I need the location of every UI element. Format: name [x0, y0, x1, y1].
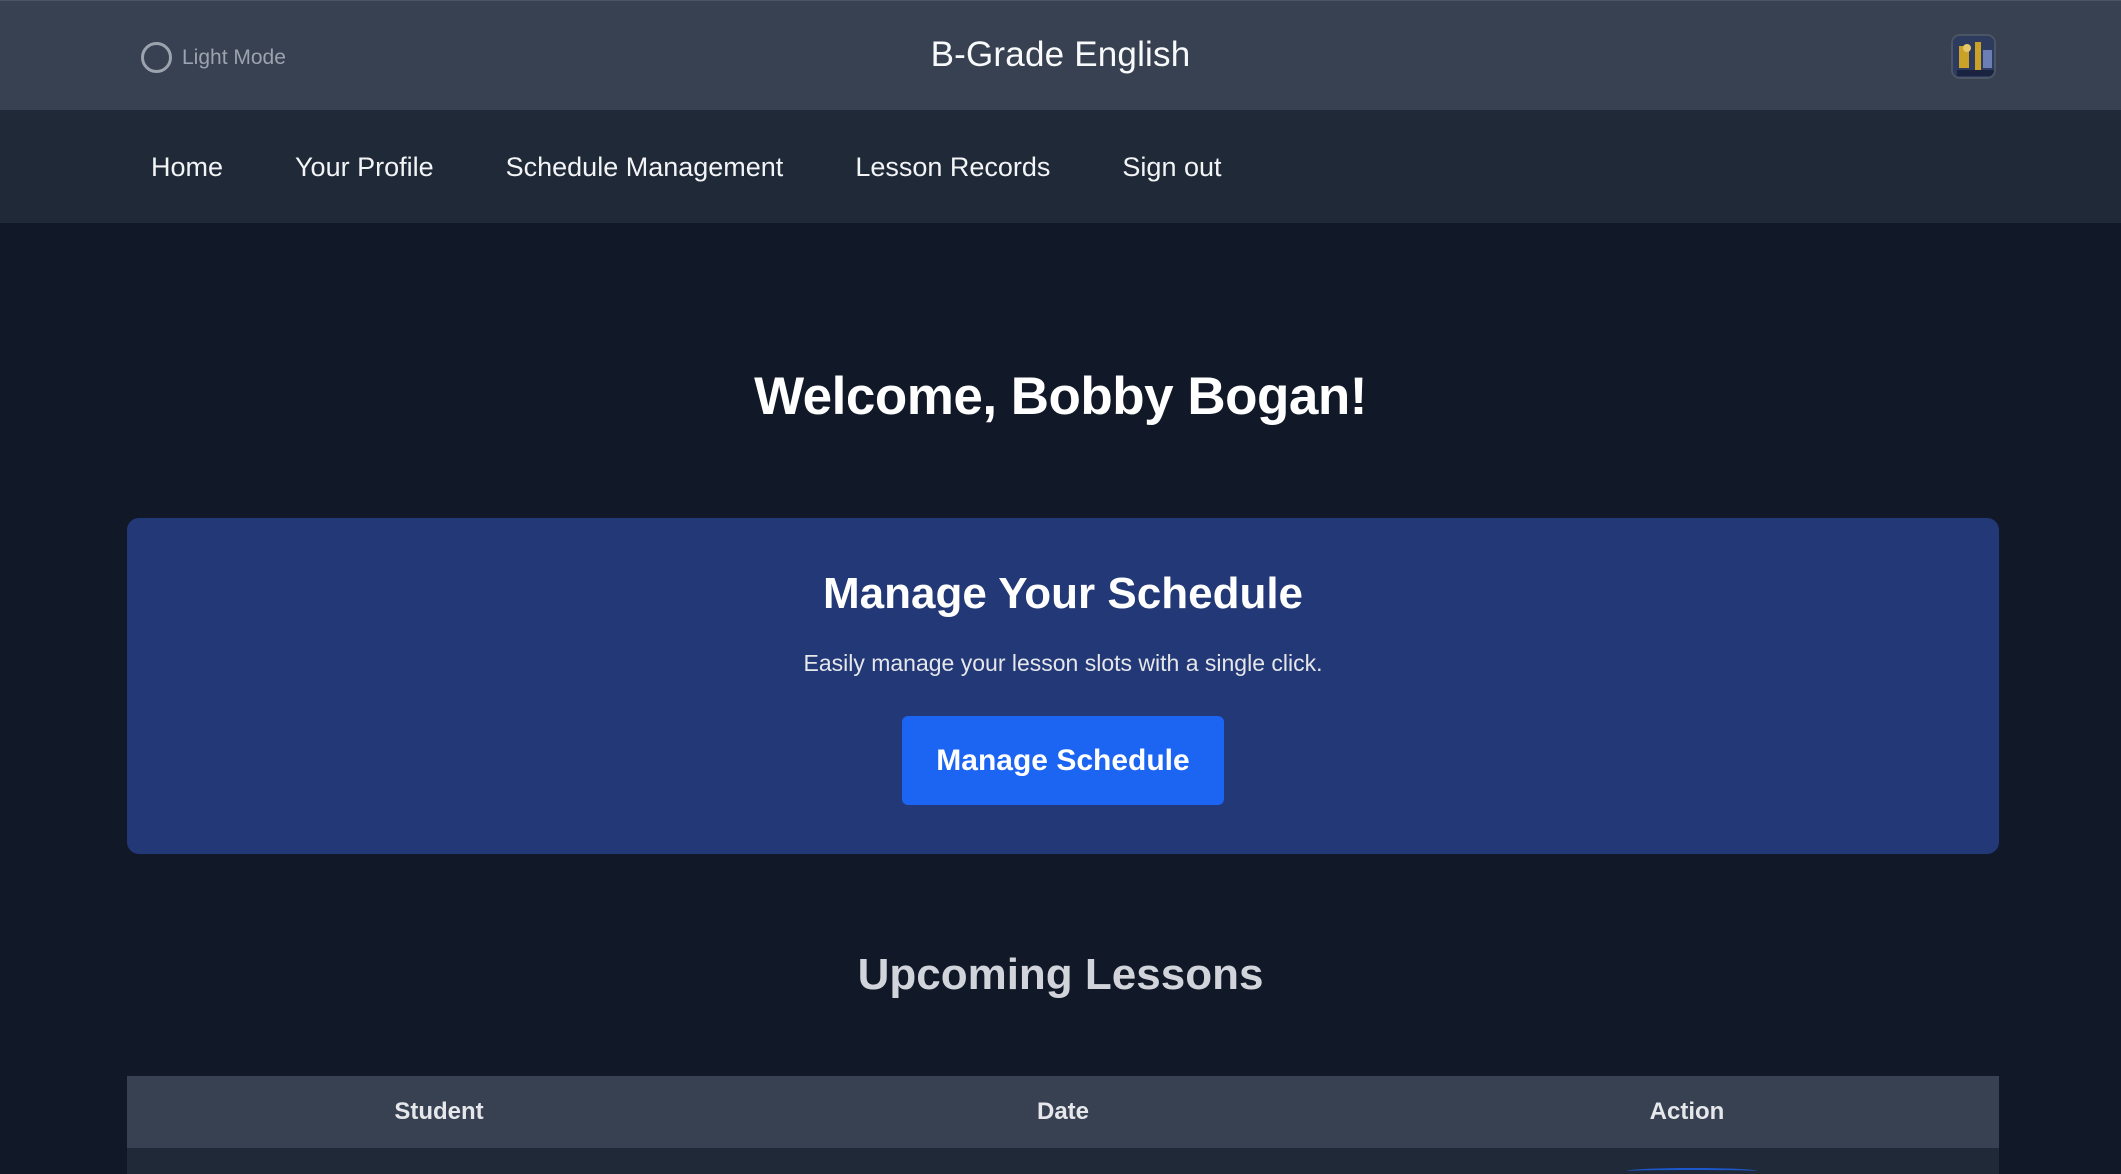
nav-item-your-profile[interactable]: Your Profile — [295, 152, 434, 183]
manage-schedule-button[interactable]: Manage Schedule — [902, 716, 1224, 805]
nav-item-lesson-records[interactable]: Lesson Records — [855, 152, 1050, 183]
upcoming-lessons-table: Student Date Action — [127, 1076, 1999, 1174]
table-row-partial — [1627, 1168, 1757, 1174]
upcoming-lessons-heading: Upcoming Lessons — [857, 950, 1264, 999]
card-subtitle: Easily manage your lesson slots with a s… — [803, 650, 1323, 676]
nav-item-home[interactable]: Home — [151, 152, 223, 183]
top-header: Light Mode B-Grade English — [0, 0, 2121, 110]
nav-item-schedule-management[interactable]: Schedule Management — [506, 152, 784, 183]
nav-item-sign-out[interactable]: Sign out — [1122, 152, 1221, 183]
column-header-student: Student — [394, 1098, 484, 1125]
table-header-row: Student Date Action — [127, 1076, 1999, 1148]
main-nav: Home Your Profile Schedule Management Le… — [0, 110, 2121, 223]
site-title: B-Grade English — [930, 35, 1191, 74]
welcome-heading: Welcome, Bobby Bogan! — [754, 367, 1367, 426]
user-avatar-icon[interactable] — [1951, 34, 1996, 79]
card-title: Manage Your Schedule — [822, 569, 1304, 618]
manage-schedule-card: Manage Your Schedule Easily manage your … — [127, 518, 1999, 854]
column-header-action: Action — [1649, 1098, 1725, 1125]
column-header-date: Date — [1036, 1098, 1090, 1125]
